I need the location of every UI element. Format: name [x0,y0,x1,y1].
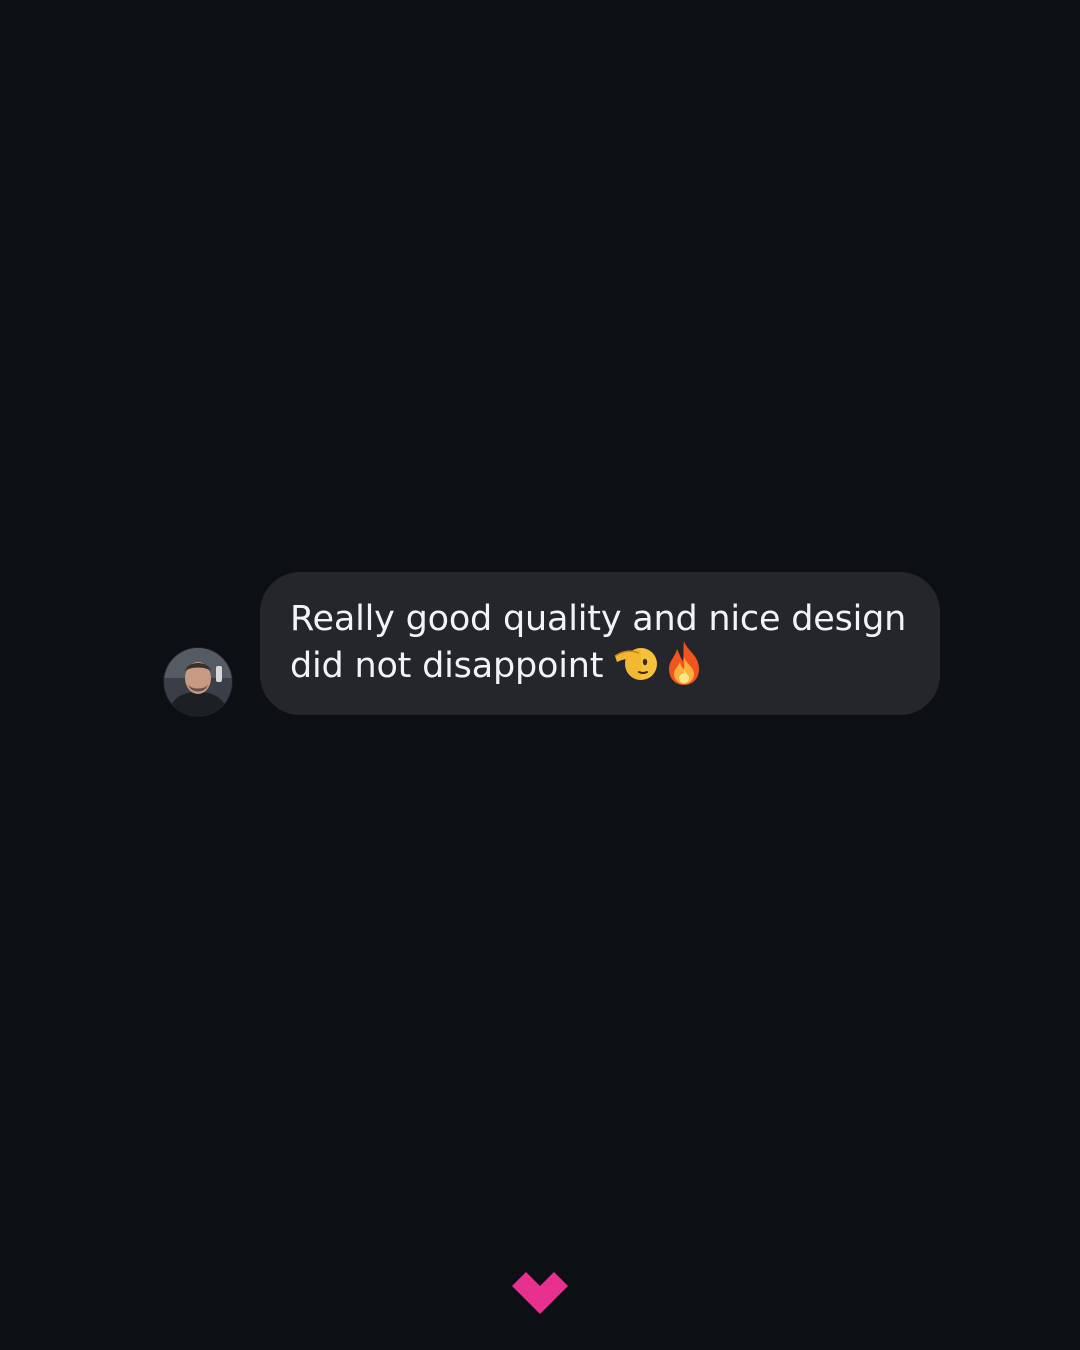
heart-chevron-logo-icon [512,1272,568,1314]
message-bubble[interactable]: Really good quality and nice design did … [260,572,940,715]
message-line-2-row: did not disappoint [290,640,910,691]
saluting-face-icon [613,640,659,686]
avatar-photo-icon [164,648,232,716]
brand-logo [512,1272,568,1316]
sender-avatar[interactable] [164,648,232,716]
fire-icon [663,639,705,687]
message-line-1: Really good quality and nice design [290,599,907,639]
message-line-2: did not disappoint [290,646,604,686]
screen: Really good quality and nice design did … [0,0,1080,1350]
